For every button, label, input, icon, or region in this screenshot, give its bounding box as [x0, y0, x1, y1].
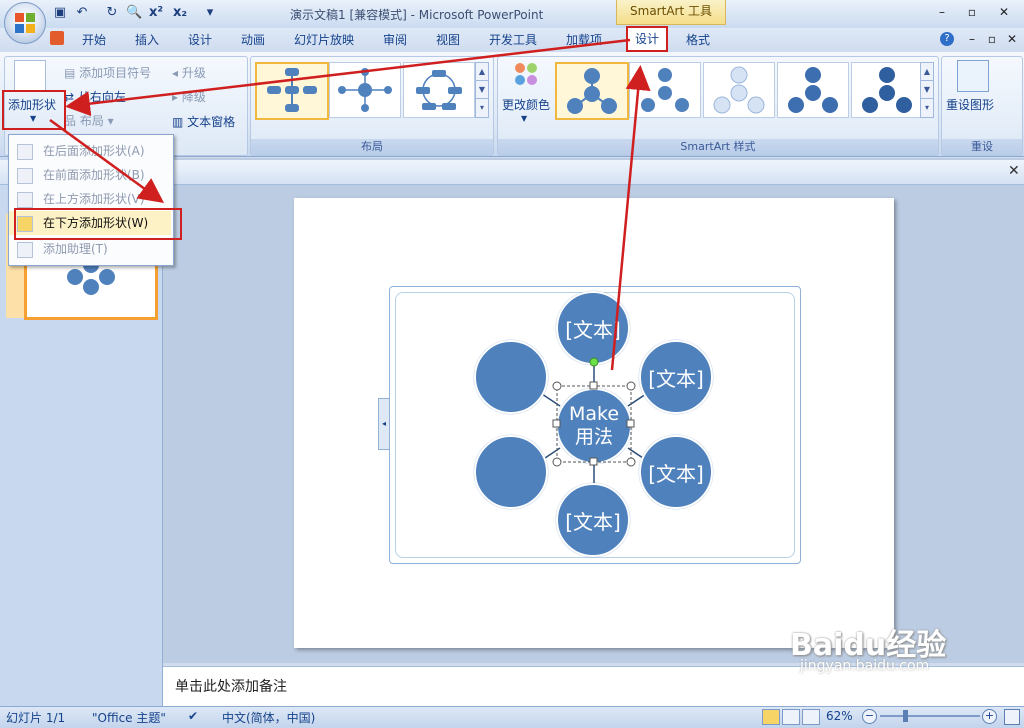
zoom-slider-track[interactable]: [880, 715, 980, 717]
notes-placeholder: 单击此处添加备注: [175, 679, 287, 695]
watermark-url: jingyan.baidu.com: [800, 658, 930, 674]
spellcheck-icon[interactable]: ✔: [188, 709, 198, 723]
menu-item-add-shape-after[interactable]: 在后面添加形状(A): [9, 139, 171, 163]
zoom-in-icon[interactable]: +: [982, 709, 997, 724]
zoom-level[interactable]: 62%: [826, 709, 853, 723]
slideshow-view-icon[interactable]: [802, 709, 820, 725]
add-shape-highlight-box: [2, 90, 66, 130]
zoom-slider-thumb[interactable]: [903, 710, 908, 722]
add-shape-menu: 在后面添加形状(A) 在前面添加形状(B) 在上方添加形状(V) 在下方添加形状…: [8, 134, 174, 266]
status-language[interactable]: 中文(简体，中国): [222, 709, 315, 726]
add-before-icon: [17, 168, 33, 184]
status-slide-count: 幻灯片 1/1: [6, 711, 66, 725]
fit-to-window-icon[interactable]: [1004, 709, 1020, 725]
menu-item-add-assistant[interactable]: 添加助理(T): [9, 237, 171, 261]
selection-handles: [552, 357, 636, 467]
slide-sorter-icon[interactable]: [782, 709, 800, 725]
add-assistant-icon: [17, 242, 33, 258]
menu-item-add-shape-before[interactable]: 在前面添加形状(B): [9, 163, 171, 187]
office-button[interactable]: [4, 2, 46, 44]
office-logo-icon: [15, 13, 35, 33]
zoom-out-icon[interactable]: −: [862, 709, 877, 724]
add-above-icon: [17, 192, 33, 208]
status-theme: "Office 主题": [92, 711, 166, 725]
add-after-icon: [17, 144, 33, 160]
normal-view-icon[interactable]: [762, 709, 780, 725]
menu-item-highlight-box: [14, 208, 182, 240]
